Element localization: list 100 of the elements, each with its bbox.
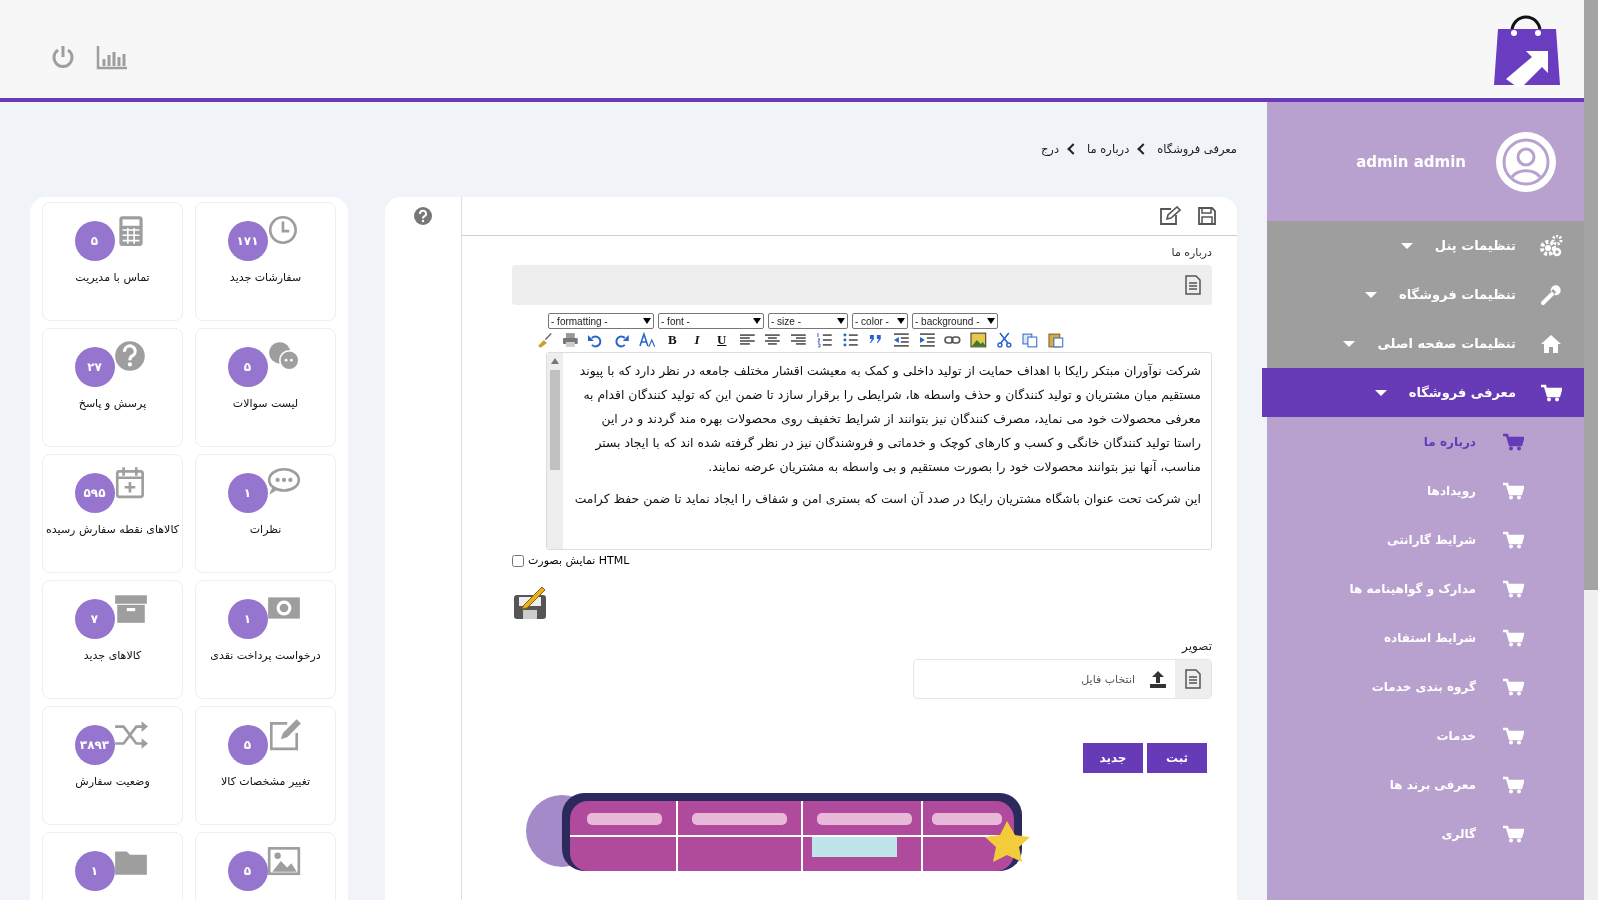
submit-button[interactable]: ثبت <box>1147 743 1207 773</box>
menu-group[interactable]: معرفی فروشگاه <box>1262 368 1584 417</box>
caret-icon <box>987 318 995 324</box>
redo-icon[interactable] <box>613 332 630 348</box>
card-label: وضعیت سفارش <box>75 775 150 788</box>
html-checkbox[interactable] <box>512 554 524 567</box>
caret-icon <box>643 318 651 324</box>
bullet-list-icon[interactable] <box>841 332 859 348</box>
checkbox-label: نمایش بصورت HTML <box>528 554 630 567</box>
font-size-icon[interactable] <box>638 332 656 348</box>
caret-icon <box>837 318 845 324</box>
help-icon[interactable] <box>414 207 432 225</box>
home-icon <box>1540 333 1562 354</box>
caret-icon <box>1374 389 1387 396</box>
dropdown[interactable]: - formatting - <box>548 313 654 329</box>
underline-button[interactable]: U <box>713 332 730 348</box>
page-scrollbar[interactable] <box>1584 0 1598 900</box>
numbered-list-icon[interactable] <box>815 332 833 348</box>
scissors-icon[interactable] <box>995 332 1013 348</box>
stat-card[interactable]: ۵۹۵ کالاهای نقطه سفارش رسیده <box>42 454 183 573</box>
document-icon <box>1184 669 1202 689</box>
file-picker[interactable]: انتخاب فایل <box>913 659 1212 699</box>
paragraph: شرکت نوآوران مبتکر رایکا با اهداف حمایت از تولید داخلی و کمک به معیشت اقشار مختلف جامعه در نظر دارد که با پیوند مستقیم میان مشتریان و تولید کنندگان و حذف واسطه ها، شرایطی را برقرار سازد تا ضمن این که تولید کنندگان اقدام به معرفی محصولات خود می نماید، مصرف کنندگان نیز بتوانند از شرایط تخفیف روی محصولات بهره مند گردند و در این راستا تولید کنندگان خانگی و کسب و کارهای کوچک و خدماتی و فروشندگان نیز در نظر گرفته شده اند که با ایجاد بستر مناسب، آنها نیز بتوانند محصولات خود را بصورت مستقیم و بی واسطه به مشتریان عرضه نمایند. <box>578 362 1201 477</box>
count-badge: ۷ <box>74 599 115 639</box>
cart-icon <box>1540 383 1562 402</box>
card-label: تماس با مدیریت <box>75 271 150 284</box>
stat-card[interactable]: ۲۷ پرسش و پاسخ <box>42 328 183 447</box>
floppy-pencil-icon[interactable] <box>512 585 548 621</box>
caret-icon <box>753 318 761 324</box>
count-badge: ۵ <box>74 221 115 261</box>
cart-icon <box>1502 677 1524 696</box>
stat-card[interactable]: ۱ درخواست پرداخت نقدی <box>195 580 336 699</box>
count-badge: ۱ <box>227 599 268 639</box>
dropdown[interactable]: - size - <box>768 313 848 329</box>
stat-card[interactable]: ۵ تماس با مدیریت <box>42 202 183 321</box>
upload-icon <box>1149 670 1167 688</box>
caret-icon <box>1343 340 1356 347</box>
cart-icon <box>1502 432 1524 451</box>
brush-icon[interactable] <box>535 332 553 348</box>
stat-card[interactable]: ۵ لیست سوالات <box>195 328 336 447</box>
count-badge: ۲۷ <box>74 347 115 387</box>
wrench-icon <box>1540 283 1562 306</box>
paste-icon[interactable] <box>1047 332 1064 348</box>
caret-icon <box>1400 242 1413 249</box>
card-label: پرسش و پاسخ <box>78 397 147 410</box>
count-badge: ۵۹۵ <box>74 473 115 513</box>
caret-icon <box>1365 291 1378 298</box>
cart-icon <box>1502 481 1524 500</box>
card-label: درخواست پرداخت نقدی <box>210 649 321 662</box>
italic-button[interactable]: I <box>689 332 705 348</box>
dropdown[interactable]: - background - <box>912 313 998 329</box>
card-label: لیست سوالات <box>232 397 299 410</box>
stat-card[interactable]: ۵ <box>195 832 336 900</box>
count-badge: ۱ <box>74 851 115 891</box>
card-label: تغییر مشخصات کالا <box>221 775 310 788</box>
dropdown[interactable]: - color - <box>852 313 908 329</box>
breadcrumb-link[interactable]: درباره ما <box>1087 142 1130 156</box>
stat-card[interactable]: ۷ کالاهای جدید <box>42 580 183 699</box>
caret-icon <box>897 318 905 324</box>
align-right-icon[interactable] <box>790 332 807 348</box>
stat-card[interactable]: ۱ <box>42 832 183 900</box>
stat-card[interactable]: ۵ تغییر مشخصات کالا <box>195 706 336 825</box>
cart-icon <box>1502 775 1524 794</box>
align-left-icon[interactable] <box>738 332 756 348</box>
card-label: کالاهای جدید <box>83 649 142 662</box>
field-label: تصویر <box>1180 639 1212 653</box>
card-label: نظرات <box>249 523 282 536</box>
outdent-icon[interactable] <box>892 332 910 348</box>
cart-icon <box>1502 824 1524 843</box>
cart-icon <box>1502 579 1524 598</box>
stat-card[interactable]: ۱۷۱ سفارشات جدید <box>195 202 336 321</box>
paragraph: این شرکت تحت عنوان باشگاه مشتریان رایکا در صدد آن است که بستری امن و شفاف را ایجاد نماید تا ضمن حفظ کرامت <box>573 490 1201 509</box>
count-badge: ۵ <box>227 851 268 891</box>
gears-icon <box>1539 234 1563 257</box>
breadcrumb-link[interactable]: معرفی فروشگاه <box>1157 142 1237 156</box>
stat-card[interactable]: ۱ نظرات <box>195 454 336 573</box>
copy-icon[interactable] <box>1021 332 1039 348</box>
save-icon[interactable] <box>1197 206 1217 226</box>
file-name-field[interactable]: انتخاب فایل <box>914 671 1137 687</box>
indent-icon[interactable] <box>918 332 936 348</box>
new-button[interactable]: جدید <box>1083 743 1143 773</box>
count-badge: ۱ <box>227 473 268 513</box>
edit-icon[interactable] <box>1159 206 1181 226</box>
scroll-up-icon[interactable] <box>551 358 559 364</box>
field-label: درباره ما <box>1170 246 1212 259</box>
bold-button[interactable]: B <box>664 332 681 348</box>
count-badge: ۵ <box>227 347 268 387</box>
count-badge: ۱۷۱ <box>227 221 268 261</box>
cart-icon <box>1502 628 1524 647</box>
picture-icon[interactable] <box>970 332 987 348</box>
align-center-icon[interactable] <box>764 332 782 348</box>
stat-card[interactable]: ۳۸۹۳ وضعیت سفارش <box>42 706 183 825</box>
cart-icon <box>1502 530 1524 549</box>
cart-icon <box>1502 726 1524 745</box>
breadcrumb-link[interactable]: درج <box>1040 142 1059 156</box>
card-label: کالاهای نقطه سفارش رسیده <box>46 523 179 536</box>
dropdown[interactable]: - font - <box>658 313 764 329</box>
scrollbar[interactable] <box>547 353 563 549</box>
card-label: سفارشات جدید <box>229 271 302 284</box>
printer-icon[interactable] <box>561 332 579 348</box>
